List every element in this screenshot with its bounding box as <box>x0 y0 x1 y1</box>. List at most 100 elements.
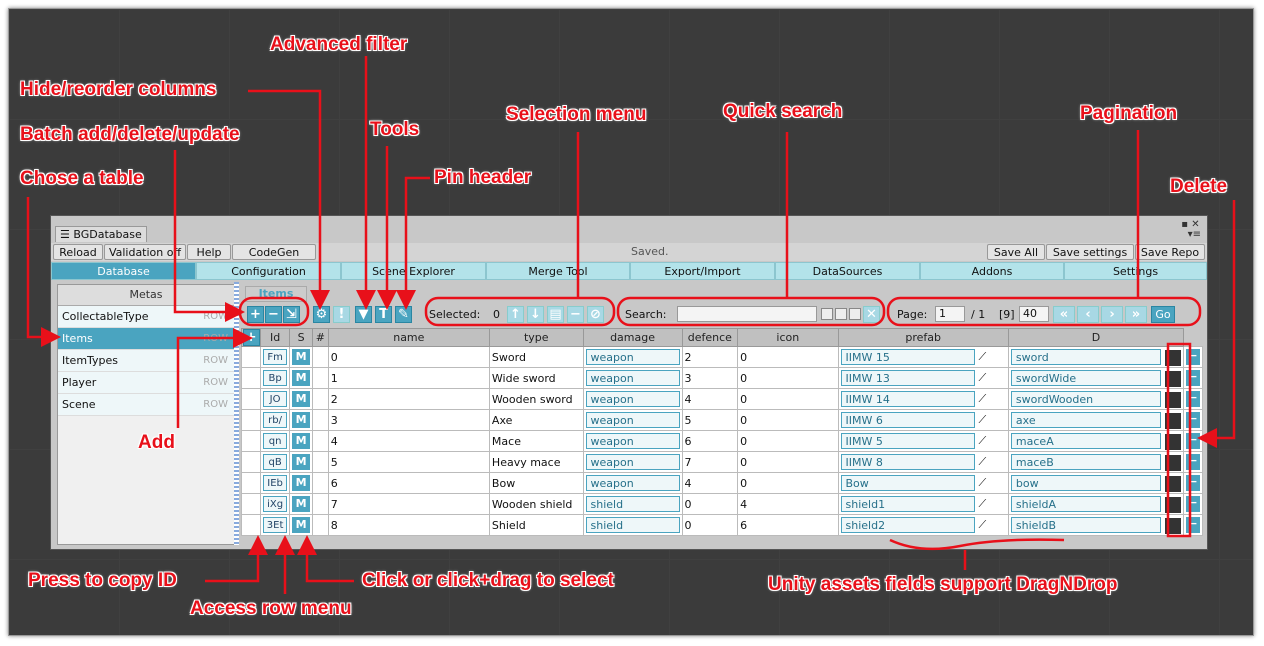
defence-cell[interactable]: 0 <box>737 430 839 452</box>
prefab-field[interactable]: shieldA <box>1010 495 1161 512</box>
icon-field[interactable]: IIMW 13 <box>840 369 975 386</box>
copy-id-button[interactable]: qB <box>263 454 288 470</box>
type-field[interactable]: weapon <box>585 349 680 365</box>
table-row[interactable]: qn M 4 Mace weapon 6 0 IIMW 5 ⟋ maceA − <box>240 430 1203 452</box>
damage-cell[interactable]: 4 <box>681 388 739 410</box>
table-row[interactable]: Fm M 0 Sword weapon 2 0 IIMW 15 ⟋ sword − <box>240 346 1203 368</box>
icon-field[interactable]: Bow <box>840 474 975 491</box>
row-menu-button[interactable]: M <box>292 454 311 470</box>
table-row[interactable]: IEb M 6 Bow weapon 4 0 Bow ⟋ bow − <box>240 472 1203 494</box>
reload-button[interactable]: Reload <box>53 244 103 260</box>
prefab-field[interactable]: bow <box>1010 474 1161 491</box>
delete-row-button[interactable]: − <box>1186 475 1200 491</box>
next-page-icon[interactable]: › <box>1101 306 1123 323</box>
page-size-input[interactable]: 40 <box>1019 306 1049 322</box>
col-index[interactable]: # <box>312 328 329 347</box>
prefab-field[interactable]: swordWooden <box>1010 390 1161 407</box>
last-page-icon[interactable]: » <box>1125 306 1147 323</box>
copy-id-button[interactable]: IEb <box>263 475 288 491</box>
filter-icon[interactable]: ▼ <box>355 306 372 323</box>
meta-item-scene[interactable]: Scene ROW <box>58 394 234 416</box>
delete-row-button[interactable]: − <box>1186 454 1200 470</box>
search-input[interactable] <box>677 306 817 322</box>
save-all-button[interactable]: Save All <box>987 244 1045 260</box>
table-row[interactable]: Bp M 1 Wide sword weapon 3 0 IIMW 13 ⟋ swordWide − <box>240 367 1203 389</box>
row-menu-button[interactable]: M <box>292 496 311 512</box>
icon-field[interactable]: IIMW 6 <box>840 411 975 428</box>
name-cell[interactable]: Wooden sword <box>488 388 584 410</box>
copy-id-button[interactable]: rb/ <box>263 412 288 428</box>
damage-cell[interactable]: 0 <box>681 493 739 515</box>
select-cell[interactable] <box>312 367 329 389</box>
pin-header-icon[interactable]: ✎ <box>395 306 412 323</box>
prefab-field[interactable]: axe <box>1010 411 1161 428</box>
table-row[interactable]: JO M 2 Wooden sword weapon 4 0 IIMW 14 ⟋ swordWoo… <box>240 388 1203 410</box>
damage-cell[interactable]: 5 <box>681 409 739 431</box>
damage-cell[interactable]: 0 <box>681 514 739 536</box>
type-field[interactable]: weapon <box>585 475 680 491</box>
row-menu-button[interactable]: M <box>292 349 311 365</box>
delete-row-button[interactable]: − <box>1186 433 1200 449</box>
copy-id-button[interactable]: Bp <box>263 370 288 386</box>
panel-splitter[interactable] <box>234 282 239 545</box>
icon-field[interactable]: IIMW 5 <box>840 432 975 449</box>
defence-cell[interactable]: 0 <box>737 409 839 431</box>
meta-item-items[interactable]: Items ROW <box>58 328 234 350</box>
defence-cell[interactable]: 0 <box>737 367 839 389</box>
row-menu-button[interactable]: M <box>292 475 311 491</box>
select-cell[interactable] <box>312 346 329 368</box>
name-cell[interactable]: Sword <box>488 346 584 368</box>
select-cell[interactable] <box>312 514 329 536</box>
search-option-icon[interactable] <box>849 308 861 320</box>
meta-item-itemtypes[interactable]: ItemTypes ROW <box>58 350 234 372</box>
delete-row-button[interactable]: − <box>1186 349 1200 365</box>
copy-id-button[interactable]: Fm <box>263 349 288 365</box>
tab-merge-tool[interactable]: Merge Tool <box>486 262 630 280</box>
copy-id-button[interactable]: iXg <box>263 496 288 512</box>
row-menu-button[interactable]: M <box>292 370 311 386</box>
icon-field[interactable]: IIMW 8 <box>840 453 975 470</box>
clear-search-icon[interactable]: ✕ <box>863 306 880 323</box>
name-cell[interactable]: Wooden shield <box>488 493 584 515</box>
type-field[interactable]: weapon <box>585 391 680 407</box>
prefab-field[interactable]: shieldB <box>1010 516 1161 533</box>
name-cell[interactable]: Heavy mace <box>488 451 584 473</box>
select-cell[interactable] <box>312 451 329 473</box>
move-down-icon[interactable]: ↓ <box>527 306 544 323</box>
batch-add-icon[interactable]: + <box>247 306 264 323</box>
select-cell[interactable] <box>312 388 329 410</box>
type-field[interactable]: shield <box>585 496 680 512</box>
tab-configuration[interactable]: Configuration <box>196 262 341 280</box>
copy-icon[interactable]: ▤ <box>547 306 564 323</box>
damage-cell[interactable]: 2 <box>681 346 739 368</box>
type-field[interactable]: weapon <box>585 454 680 470</box>
row-menu-button[interactable]: M <box>292 433 311 449</box>
help-button[interactable]: Help <box>187 244 231 260</box>
prefab-field[interactable]: swordWide <box>1010 369 1161 386</box>
tab-datasources[interactable]: DataSources <box>775 262 920 280</box>
table-row[interactable]: rb/M 3 Axe weapon 5 0 IIMW 6 ⟋ axe − <box>240 409 1203 431</box>
tab-addons[interactable]: Addons <box>920 262 1064 280</box>
delete-row-button[interactable]: − <box>1186 370 1200 386</box>
codegen-button[interactable]: CodeGen <box>232 244 316 260</box>
type-field[interactable]: weapon <box>585 412 680 428</box>
name-cell[interactable]: Shield <box>488 514 584 536</box>
row-menu-button[interactable]: M <box>292 517 311 533</box>
name-cell[interactable]: Axe <box>488 409 584 431</box>
icon-field[interactable]: IIMW 15 <box>840 348 975 365</box>
meta-item-player[interactable]: Player ROW <box>58 372 234 394</box>
damage-cell[interactable]: 6 <box>681 430 739 452</box>
name-cell[interactable]: Mace <box>488 430 584 452</box>
pin-icon[interactable]: T <box>375 306 392 323</box>
icon-field[interactable]: IIMW 14 <box>840 390 975 407</box>
delete-row-button[interactable]: − <box>1186 496 1200 512</box>
tools-icon[interactable]: ! <box>333 306 350 323</box>
add-row-header[interactable]: + <box>240 328 262 347</box>
name-cell[interactable]: Wide sword <box>488 367 584 389</box>
go-button[interactable]: Go <box>1151 306 1175 323</box>
row-menu-button[interactable]: M <box>292 391 311 407</box>
name-cell[interactable]: Bow <box>488 472 584 494</box>
window-controls[interactable]: ▪ ✕ ▾≡ <box>1181 220 1201 240</box>
batch-delete-icon[interactable]: − <box>265 306 282 323</box>
tab-export-import[interactable]: Export/Import <box>630 262 775 280</box>
